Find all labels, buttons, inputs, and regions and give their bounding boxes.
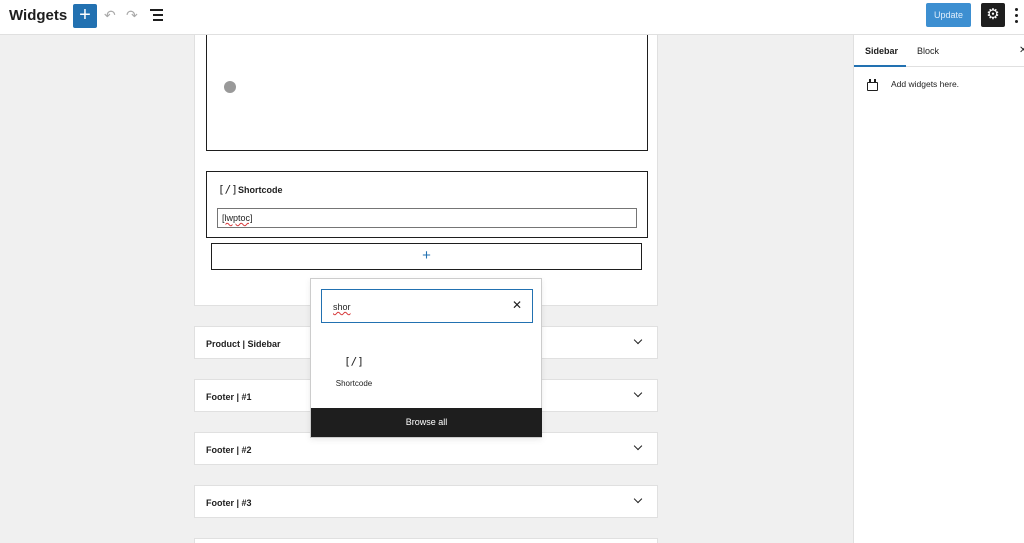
widget-area-next [194,538,658,543]
widget-area-label: Product | Sidebar [206,339,281,349]
chevron-down-icon[interactable] [633,388,642,398]
loading-spinner-icon [224,81,236,93]
shortcode-block-title: Shortcode [238,185,283,195]
list-view-icon[interactable] [150,9,163,21]
tab-sidebar[interactable]: Sidebar [865,46,898,56]
block-search-input[interactable]: shor ✕ [321,289,533,323]
shortcode-input-value: [lwptoc] [222,213,253,223]
settings-gear-icon[interactable]: ⚙ [981,3,1005,27]
image-block[interactable] [206,35,648,151]
browse-all-button[interactable]: Browse all [311,408,542,437]
widget-area-label: Footer | #2 [206,445,252,455]
chevron-down-icon[interactable] [633,335,642,345]
block-result-label: Shortcode [335,379,373,388]
chevron-down-icon[interactable] [633,494,642,504]
chevron-down-icon[interactable] [633,441,642,451]
sidebar-tabs: Sidebar Block ✕ [854,35,1024,67]
active-tab-indicator [854,65,906,67]
widget-area-label: Footer | #1 [206,392,252,402]
sidebar-description: Add widgets here. [891,79,960,89]
add-block-button[interactable]: + [73,4,97,28]
shortcode-input[interactable]: [lwptoc] [217,208,637,228]
block-appender-plus-icon[interactable]: + [211,243,642,270]
redo-icon[interactable]: ↷ [126,7,138,24]
page-title: Widgets [9,7,68,24]
editor-header: Widgets + ↶ ↷ Update ⚙ [0,0,1024,35]
tab-block[interactable]: Block [917,46,939,56]
widget-area-label: Footer | #3 [206,498,252,508]
more-options-icon[interactable] [1013,6,1019,24]
widget-area-expanded: [/] Shortcode [lwptoc] + [194,35,658,306]
shortcode-icon: [/] [344,355,364,368]
widget-area-icon [867,79,878,91]
search-input-value: shor [333,302,351,312]
settings-sidebar: Sidebar Block ✕ Add widgets here. [853,35,1024,543]
update-button[interactable]: Update [926,3,971,27]
close-sidebar-icon[interactable]: ✕ [1019,45,1024,56]
close-icon[interactable]: ✕ [512,298,522,312]
shortcode-icon: [/] [218,183,238,196]
undo-icon[interactable]: ↶ [104,7,116,24]
shortcode-block[interactable]: [/] Shortcode [lwptoc] [206,171,648,238]
block-inserter-popover: shor ✕ [/] Shortcode Browse all [310,278,542,438]
widget-area-footer-3[interactable]: Footer | #3 [194,485,658,518]
block-result-shortcode[interactable]: [/] Shortcode [327,349,381,399]
